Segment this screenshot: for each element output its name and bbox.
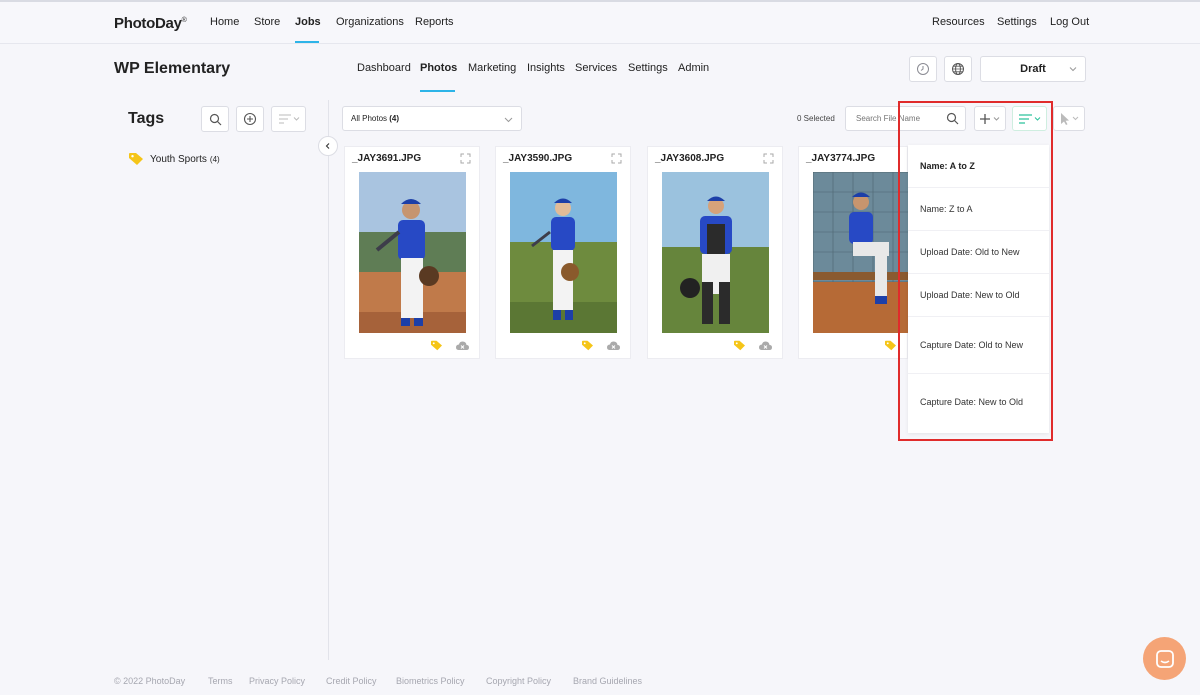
history-button[interactable]: [909, 56, 937, 82]
tag-icon[interactable]: [733, 340, 746, 351]
sort-option-name-a-z[interactable]: Name: A to Z: [908, 145, 1049, 188]
footer-link-copyright[interactable]: Copyright Policy: [486, 676, 551, 686]
baseball-player-image: [510, 172, 617, 333]
tab-dashboard[interactable]: Dashboard: [357, 62, 411, 74]
chat-support-button[interactable]: [1143, 637, 1186, 680]
job-status-select[interactable]: Draft: [980, 56, 1086, 82]
nav-reports[interactable]: Reports: [415, 16, 454, 28]
chat-icon: [1155, 649, 1174, 668]
clock-icon: [917, 63, 929, 75]
search-file-input[interactable]: [846, 107, 936, 130]
photo-thumbnail[interactable]: [662, 172, 769, 333]
baseball-player-image: [359, 172, 466, 333]
photo-filter-select[interactable]: All Photos (4): [342, 106, 522, 131]
cloud-delete-icon[interactable]: [455, 340, 470, 351]
cloud-delete-icon[interactable]: [606, 340, 621, 351]
photo-card[interactable]: _JAY3590.JPG: [495, 146, 631, 359]
plus-circle-icon: [243, 112, 257, 126]
sort-option-upload-old-new[interactable]: Upload Date: Old to New: [908, 231, 1049, 274]
sort-photos-button[interactable]: [1012, 106, 1047, 131]
tab-services[interactable]: Services: [575, 62, 617, 74]
photo-thumbnail[interactable]: [510, 172, 617, 333]
selected-count: 0 Selected: [797, 114, 835, 123]
nav-settings[interactable]: Settings: [997, 16, 1037, 28]
active-nav-indicator: [295, 41, 319, 43]
footer-link-brand[interactable]: Brand Guidelines: [573, 676, 642, 686]
footer-link-privacy[interactable]: Privacy Policy: [249, 676, 305, 686]
tag-count: (4): [209, 154, 220, 164]
expand-icon[interactable]: [460, 153, 471, 164]
select-mode-button[interactable]: [1053, 106, 1085, 131]
add-tag-button[interactable]: [236, 106, 264, 132]
chevron-down-icon: [504, 117, 513, 123]
nav-home[interactable]: Home: [210, 16, 239, 28]
footer-link-terms[interactable]: Terms: [208, 676, 233, 686]
active-tab-indicator: [420, 90, 455, 92]
footer-link-biometrics[interactable]: Biometrics Policy: [396, 676, 465, 686]
nav-store[interactable]: Store: [254, 16, 280, 28]
tag-item-youth-sports[interactable]: Youth Sports (4): [128, 152, 220, 166]
cursor-icon: [1061, 112, 1079, 125]
sort-option-capture-new-old[interactable]: Capture Date: New to Old: [908, 374, 1049, 431]
footer-copyright: © 2022 PhotoDay: [114, 676, 186, 686]
globe-icon: [952, 63, 964, 75]
top-navbar: PhotoDay® Home Store Jobs Organizations …: [0, 2, 1200, 44]
tab-photos[interactable]: Photos: [420, 62, 457, 74]
tag-icon[interactable]: [884, 340, 897, 351]
photo-filename: _JAY3691.JPG: [352, 153, 422, 164]
sort-option-name-z-a[interactable]: Name: Z to A: [908, 188, 1049, 231]
photo-card[interactable]: _JAY3691.JPG: [344, 146, 480, 359]
baseball-player-image: [662, 172, 769, 333]
baseball-player-image: [813, 172, 909, 333]
tag-icon: [129, 153, 143, 165]
tag-icon[interactable]: [430, 340, 443, 351]
photo-filename: _JAY3608.JPG: [655, 153, 725, 164]
tag-search-button[interactable]: [201, 106, 229, 132]
expand-icon[interactable]: [763, 153, 774, 164]
language-button[interactable]: [944, 56, 972, 82]
nav-jobs[interactable]: Jobs: [295, 16, 321, 28]
footer-link-credit[interactable]: Credit Policy: [326, 676, 377, 686]
photo-card[interactable]: _JAY3608.JPG: [647, 146, 783, 359]
expand-icon[interactable]: [611, 153, 622, 164]
tab-admin[interactable]: Admin: [678, 62, 709, 74]
add-photos-button[interactable]: [974, 106, 1006, 131]
tag-sort-button[interactable]: [271, 106, 306, 132]
sort-dropdown-menu: Name: A to Z Name: Z to A Upload Date: O…: [908, 145, 1049, 433]
file-search: [845, 106, 966, 131]
chevron-down-icon: [1069, 67, 1077, 72]
tags-heading: Tags: [128, 110, 165, 127]
job-title: WP Elementary: [114, 60, 231, 77]
nav-organizations[interactable]: Organizations: [336, 16, 404, 28]
nav-logout[interactable]: Log Out: [1050, 16, 1089, 28]
cloud-delete-icon[interactable]: [758, 340, 773, 351]
tab-insights[interactable]: Insights: [527, 62, 565, 74]
sort-icon: [278, 114, 299, 124]
plus-icon: [980, 113, 1000, 124]
tag-icon[interactable]: [581, 340, 594, 351]
collapse-sidebar-button[interactable]: [318, 136, 338, 156]
tab-marketing[interactable]: Marketing: [468, 62, 516, 74]
sort-option-capture-old-new[interactable]: Capture Date: Old to New: [908, 317, 1049, 374]
search-icon: [209, 113, 221, 125]
sort-option-upload-new-old[interactable]: Upload Date: New to Old: [908, 274, 1049, 317]
nav-resources[interactable]: Resources: [932, 16, 985, 28]
search-icon[interactable]: [946, 112, 959, 125]
photo-filename: _JAY3774.JPG: [806, 153, 876, 164]
chevron-left-icon: [325, 143, 330, 149]
sidebar-divider: [328, 100, 329, 660]
sort-icon: [1018, 113, 1040, 124]
tab-settings[interactable]: Settings: [628, 62, 668, 74]
photo-filename: _JAY3590.JPG: [503, 153, 573, 164]
photo-card[interactable]: _JAY3774.JPG: [798, 146, 909, 359]
photo-thumbnail[interactable]: [359, 172, 466, 333]
tag-label: Youth Sports: [150, 153, 207, 165]
photoday-logo[interactable]: PhotoDay®: [114, 15, 187, 32]
photo-thumbnail[interactable]: [813, 172, 909, 333]
